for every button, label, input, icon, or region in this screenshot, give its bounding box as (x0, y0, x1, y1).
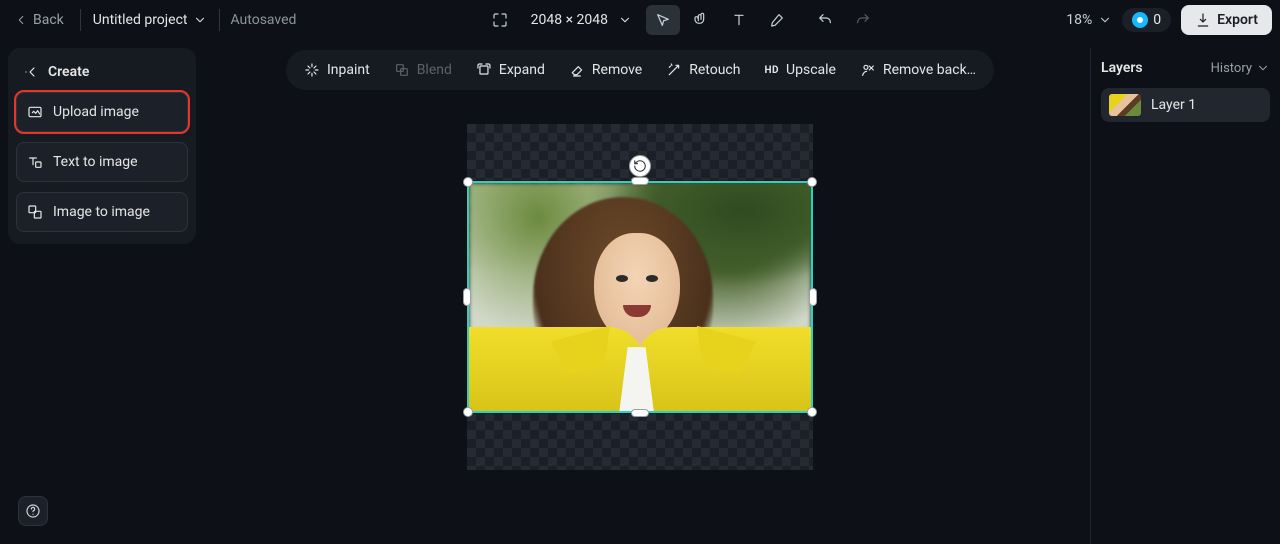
cursor-icon (655, 12, 671, 28)
chevron-down-icon (1098, 13, 1112, 27)
chevron-down-icon (618, 13, 632, 27)
help-button[interactable] (18, 496, 48, 526)
credits-button[interactable]: 0 (1122, 8, 1171, 32)
separator (219, 9, 220, 31)
text-tool[interactable] (722, 5, 756, 35)
project-title-dropdown[interactable]: Untitled project (91, 10, 210, 30)
expand-label: Expand (499, 62, 545, 78)
upload-image-icon (27, 104, 43, 120)
create-panel: Create Upload image Text to image Image … (8, 48, 196, 244)
separator (80, 9, 81, 31)
selected-layer[interactable] (467, 181, 813, 413)
resize-handle-tl[interactable] (463, 177, 473, 187)
rotate-handle[interactable] (629, 155, 651, 177)
back-label: Back (33, 12, 64, 28)
chevron-down-icon (1256, 61, 1270, 75)
chevron-down-icon (193, 13, 207, 27)
upload-image-label: Upload image (53, 104, 139, 120)
remove-bg-icon (860, 62, 876, 78)
text-icon (731, 12, 747, 28)
zoom-dropdown[interactable]: 18% (1066, 12, 1112, 28)
remove-background-button[interactable]: Remove back… (850, 56, 986, 84)
inpaint-button[interactable]: Inpaint (294, 56, 380, 84)
remove-label: Remove (592, 62, 642, 78)
image-to-image-icon (27, 204, 43, 220)
text-to-image-label: Text to image (53, 154, 138, 170)
undo-button[interactable] (808, 5, 842, 35)
help-icon (25, 503, 41, 519)
canvas-size-dropdown[interactable]: 2048 × 2048 (531, 12, 632, 28)
history-dropdown[interactable]: History (1211, 61, 1270, 76)
text-to-image-button[interactable]: Text to image (16, 142, 188, 182)
redo-icon (855, 12, 871, 28)
upscale-label: Upscale (786, 62, 836, 78)
remove-bg-label: Remove back… (883, 62, 976, 78)
action-bar: Inpaint Blend Expand Remove Retouch HD U… (286, 50, 994, 90)
redo-button[interactable] (846, 5, 880, 35)
export-button[interactable]: Export (1181, 5, 1272, 35)
back-button[interactable]: Back (8, 8, 70, 32)
brush-tool[interactable] (760, 5, 794, 35)
image-to-image-label: Image to image (53, 204, 150, 220)
canvas[interactable] (467, 124, 813, 470)
autosaved-status: Autosaved (230, 12, 296, 28)
retouch-button[interactable]: Retouch (656, 56, 750, 84)
credit-icon (1132, 12, 1148, 28)
chevron-left-icon (14, 13, 28, 27)
brush-icon (769, 12, 785, 28)
project-title-text: Untitled project (93, 12, 188, 28)
resize-handle-bl[interactable] (463, 407, 473, 417)
canvas-size-text: 2048 × 2048 (531, 12, 608, 28)
wand-icon (666, 62, 682, 78)
retouch-label: Retouch (689, 62, 740, 78)
resize-handle-mb[interactable] (631, 409, 649, 417)
hd-icon: HD (764, 65, 779, 76)
undo-icon (817, 12, 833, 28)
resize-handle-mt[interactable] (631, 177, 649, 185)
eraser-icon (569, 62, 585, 78)
create-header-label: Create (48, 64, 89, 80)
credits-value: 0 (1153, 12, 1161, 28)
resize-handle-tr[interactable] (807, 177, 817, 187)
inpaint-label: Inpaint (327, 62, 370, 78)
text-to-image-icon (27, 154, 43, 170)
blend-icon (394, 62, 410, 78)
layers-panel: Layers History Layer 1 (1090, 48, 1280, 544)
back-arrow-icon (24, 64, 40, 80)
fit-canvas-button[interactable] (483, 5, 517, 35)
select-tool[interactable] (646, 5, 680, 35)
expand-icon (476, 62, 492, 78)
download-icon (1195, 12, 1211, 28)
resize-handle-ml[interactable] (463, 288, 471, 306)
sparkle-icon (304, 62, 320, 78)
resize-handle-mr[interactable] (809, 288, 817, 306)
export-label: Export (1217, 12, 1258, 28)
image-to-image-button[interactable]: Image to image (16, 192, 188, 232)
layer-image (469, 183, 811, 411)
layer-name: Layer 1 (1151, 97, 1196, 113)
expand-button[interactable]: Expand (466, 56, 555, 84)
upscale-button[interactable]: HD Upscale (754, 56, 846, 84)
history-label: History (1211, 61, 1252, 76)
zoom-value: 18% (1066, 12, 1092, 28)
layers-title: Layers (1101, 60, 1143, 76)
blend-button: Blend (384, 56, 462, 84)
layer-item[interactable]: Layer 1 (1101, 88, 1270, 122)
layer-thumbnail (1109, 94, 1141, 116)
hand-icon (693, 12, 709, 28)
resize-handle-br[interactable] (807, 407, 817, 417)
remove-button[interactable]: Remove (559, 56, 652, 84)
frame-icon (492, 12, 508, 28)
rotate-icon (633, 159, 647, 173)
upload-image-button[interactable]: Upload image (16, 92, 188, 132)
blend-label: Blend (417, 62, 452, 78)
pan-tool[interactable] (684, 5, 718, 35)
